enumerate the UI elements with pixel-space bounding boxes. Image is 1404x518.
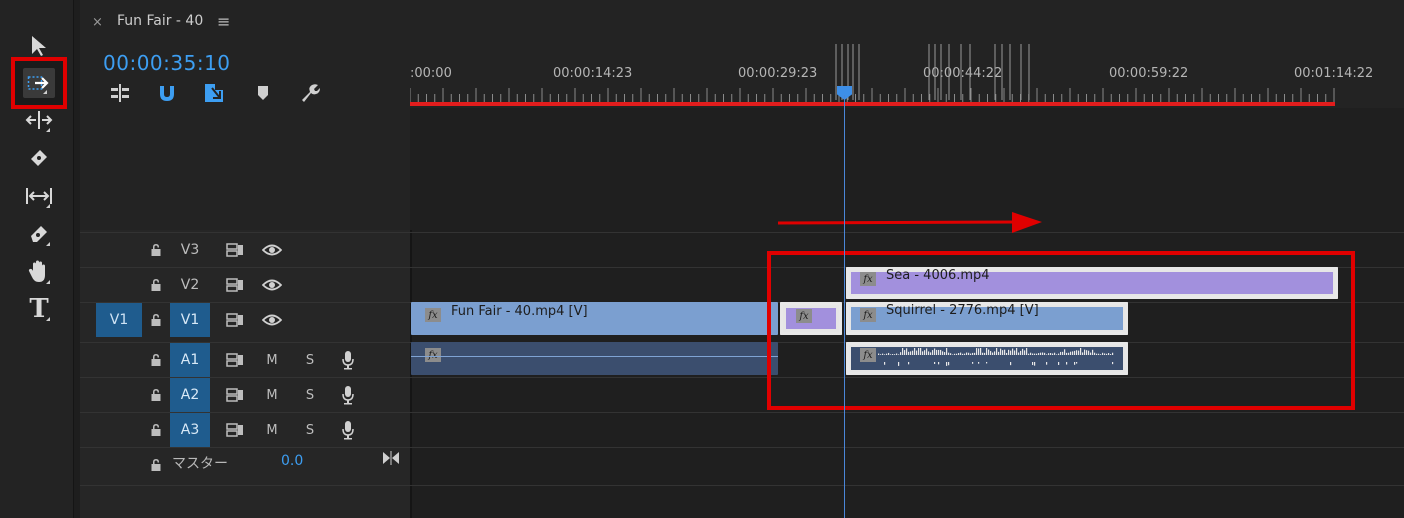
master-track-label: マスター [172,456,228,472]
sync-lock-icon[interactable] [222,303,248,337]
track-name-a3[interactable]: A3 [170,413,210,447]
annotation-arrow [777,212,1042,233]
track-select-forward-icon [27,76,49,90]
tool-group-corner [43,90,47,94]
lock-icon[interactable] [146,233,166,267]
sync-lock-icon[interactable] [222,343,248,377]
track-name-a1[interactable]: A1 [170,343,210,377]
lock-icon[interactable] [146,413,166,447]
eye-icon[interactable] [260,233,284,267]
source-patch-v1[interactable]: V1 [96,303,142,337]
sequence-tab[interactable]: × Fun Fair - 40 ≡ [80,0,480,44]
close-tab-button[interactable]: × [92,15,103,30]
hand-tool[interactable] [20,256,58,288]
track-row-master [80,447,1404,485]
fx-badge: fx [425,348,441,362]
tool-group-corner [46,242,50,246]
render-status-bar [410,102,1335,106]
linked-selection-button[interactable] [202,82,226,104]
razor-tool[interactable] [20,142,58,174]
go-to-in-out-icon[interactable] [382,450,400,466]
microphone-icon[interactable] [336,413,360,447]
add-marker-button[interactable] [251,82,275,104]
clip-fun-fair-audio[interactable]: fx [411,342,778,375]
time-ruler[interactable]: :00:00 00:00:14:23 00:00:29:23 00:00:44:… [410,44,1404,108]
type-tool[interactable]: T [20,293,58,325]
playhead-timecode[interactable]: 00:00:35:10 [103,51,231,75]
fx-badge: fx [425,308,441,322]
magnet-icon [160,86,174,101]
sync-lock-icon[interactable] [222,233,248,267]
track-row-a3: A3 M S [80,412,1404,447]
track-name-v2[interactable]: V2 [172,268,208,302]
track-name-v1[interactable]: V1 [170,303,210,337]
playhead-line [844,95,845,518]
track-name-a2[interactable]: A2 [170,378,210,412]
annotation-highlight-box [767,251,1355,410]
audio-level-line [411,356,778,357]
sync-lock-icon[interactable] [222,413,248,447]
tools-panel: T [0,0,74,518]
timeline-panel: × Fun Fair - 40 ≡ 00:00:35:10 :00:00 00:… [80,0,1404,518]
tool-group-corner [46,317,50,321]
sync-lock-icon[interactable] [222,268,248,302]
edit-point-marks [835,44,1030,100]
pen-tool[interactable] [20,218,58,250]
tool-group-corner [46,280,50,284]
microphone-icon[interactable] [336,343,360,377]
marker-icon [258,86,268,100]
eye-icon[interactable] [260,268,284,302]
track-row-empty [80,485,1404,518]
eye-icon[interactable] [260,303,284,337]
snap-button[interactable] [155,82,179,104]
master-volume-value[interactable]: 0.0 [281,453,303,469]
tool-group-corner [46,204,50,208]
arrow-pointer-icon [32,36,46,56]
lock-icon[interactable] [146,268,166,302]
lock-icon[interactable] [146,448,166,482]
lock-icon[interactable] [146,378,166,412]
clip-fun-fair-video[interactable]: fx Fun Fair - 40.mp4 [V] [411,302,778,335]
insert-nest-icon [111,84,129,102]
solo-button[interactable]: S [298,343,322,377]
razor-blade-icon [31,150,47,166]
track-select-forward-tool[interactable] [11,57,67,109]
track-name-v3[interactable]: V3 [172,233,208,267]
tool-group-corner [46,128,50,132]
linked-selection-icon [205,84,223,102]
ripple-edit-tool[interactable] [20,104,58,136]
panel-menu-icon[interactable]: ≡ [217,12,230,31]
mute-button[interactable]: M [260,378,284,412]
lock-icon[interactable] [146,303,166,337]
mute-button[interactable]: M [260,343,284,377]
microphone-icon[interactable] [336,378,360,412]
slip-tool[interactable] [20,180,58,212]
sync-lock-icon[interactable] [222,378,248,412]
solo-button[interactable]: S [298,378,322,412]
timeline-settings-button[interactable] [298,82,322,104]
lock-icon[interactable] [146,343,166,377]
sequence-title: Fun Fair - 40 [117,13,204,29]
solo-button[interactable]: S [298,413,322,447]
clip-label: Fun Fair - 40.mp4 [V] [451,304,588,319]
mute-button[interactable]: M [260,413,284,447]
nest-toggle-button[interactable] [108,82,132,104]
wrench-icon [302,84,320,102]
